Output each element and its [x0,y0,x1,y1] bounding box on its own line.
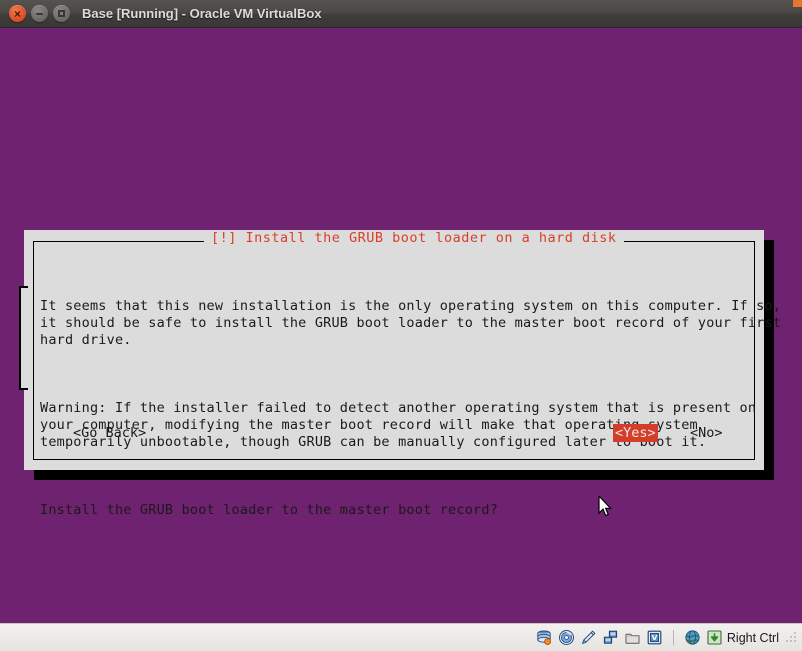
remote-display-icon[interactable] [684,629,701,646]
floppy-disk-icon[interactable] [580,629,597,646]
maximize-button[interactable] [53,5,70,22]
titlebar-accent [793,0,802,7]
statusbar-icons: V [536,629,723,646]
capture-icon[interactable] [706,629,723,646]
dialog-body: It seems that this new installation is t… [40,264,781,553]
hard-disk-icon[interactable] [536,629,553,646]
optical-disk-icon[interactable] [558,629,575,646]
window-titlebar[interactable]: Base [Running] - Oracle VM VirtualBox [0,0,802,28]
svg-text:V: V [652,633,658,642]
window-controls [9,5,70,22]
resize-grip[interactable] [786,631,798,644]
dialog-paragraph-1: It seems that this new installation is t… [40,298,781,348]
virtualbox-statusbar: V Right Ctrl [0,623,802,651]
host-key-label: Right Ctrl [726,630,779,645]
vm-screen[interactable]: [!] Install the GRUB boot loader on a ha… [0,28,802,623]
dialog-button-row: <Go Back> <Yes> <No> [40,424,740,442]
virtualbox-window: Base [Running] - Oracle VM VirtualBox [!… [0,0,802,651]
dialog-scrollbar[interactable] [19,286,28,390]
minimize-button[interactable] [31,5,48,22]
go-back-button[interactable]: <Go Back> [73,424,146,442]
close-button[interactable] [9,5,26,22]
yes-button[interactable]: <Yes> [613,424,658,442]
shared-folder-icon[interactable] [624,629,641,646]
no-button[interactable]: <No> [690,424,723,442]
mouse-cursor-icon [598,496,612,517]
dialog-title: [!] Install the GRUB boot loader on a ha… [204,230,624,246]
dialog-question: Install the GRUB boot loader to the mast… [40,502,499,518]
statusbar-separator [672,630,674,645]
usb-icon[interactable]: V [646,629,663,646]
network-icon[interactable] [602,629,619,646]
window-title: Base [Running] - Oracle VM VirtualBox [82,6,322,21]
